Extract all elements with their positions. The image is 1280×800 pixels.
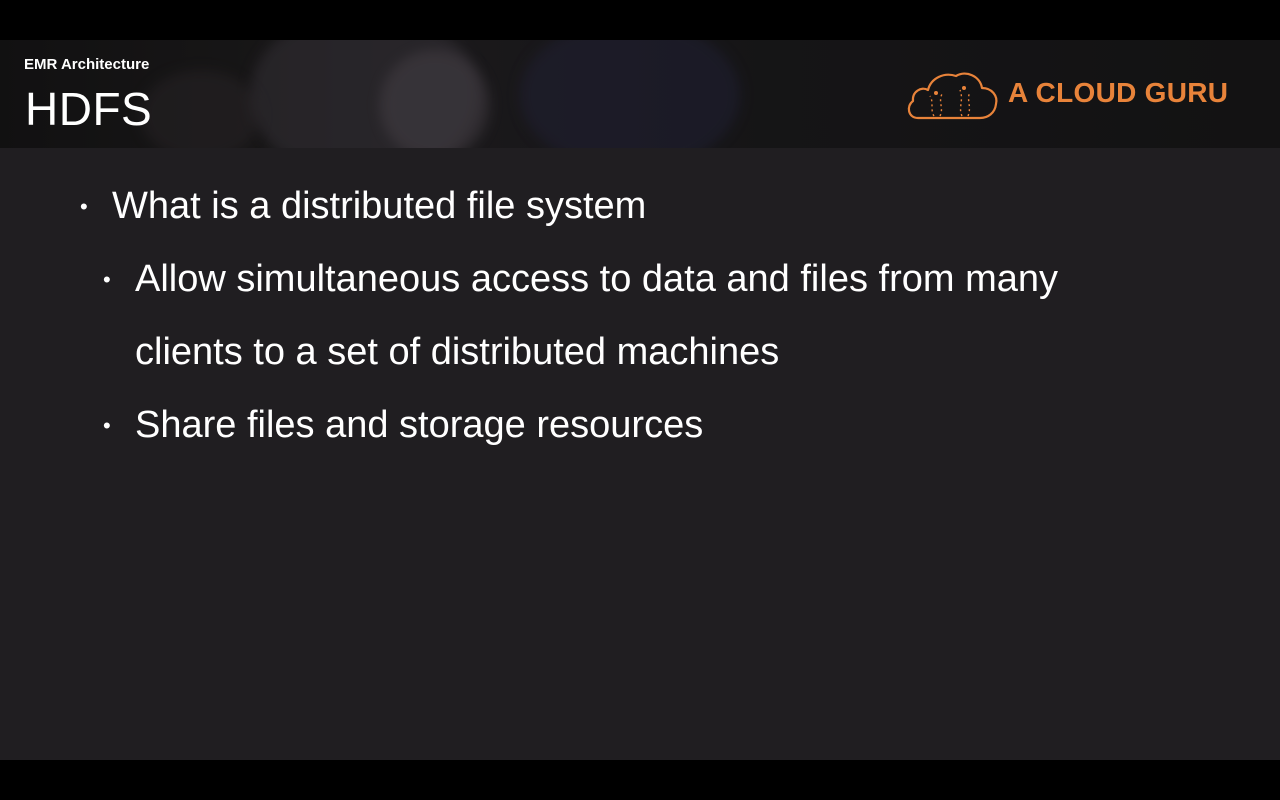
- bullet-marker: •: [80, 194, 88, 219]
- bullet-item: • What is a distributed file system: [80, 170, 647, 243]
- bullet-text: What is a distributed file system: [112, 185, 647, 227]
- bullet-text: clients to a set of distributed machines: [135, 331, 780, 373]
- letterbox-bottom: [0, 760, 1280, 800]
- slide-body: • What is a distributed file system • Al…: [0, 40, 1280, 760]
- bullet-item: • Share files and storage resources: [103, 389, 704, 462]
- letterbox-top: [0, 0, 1280, 40]
- bullet-text: Share files and storage resources: [135, 404, 704, 446]
- bullet-marker: •: [103, 413, 111, 438]
- slide: EMR Architecture HDFS A CLOUD GURU • Wha…: [0, 40, 1280, 760]
- bullet-item: • Allow simultaneous access to data and …: [103, 243, 1058, 389]
- bullet-marker: •: [103, 267, 111, 292]
- bullet-text: Allow simultaneous access to data and fi…: [135, 258, 1058, 300]
